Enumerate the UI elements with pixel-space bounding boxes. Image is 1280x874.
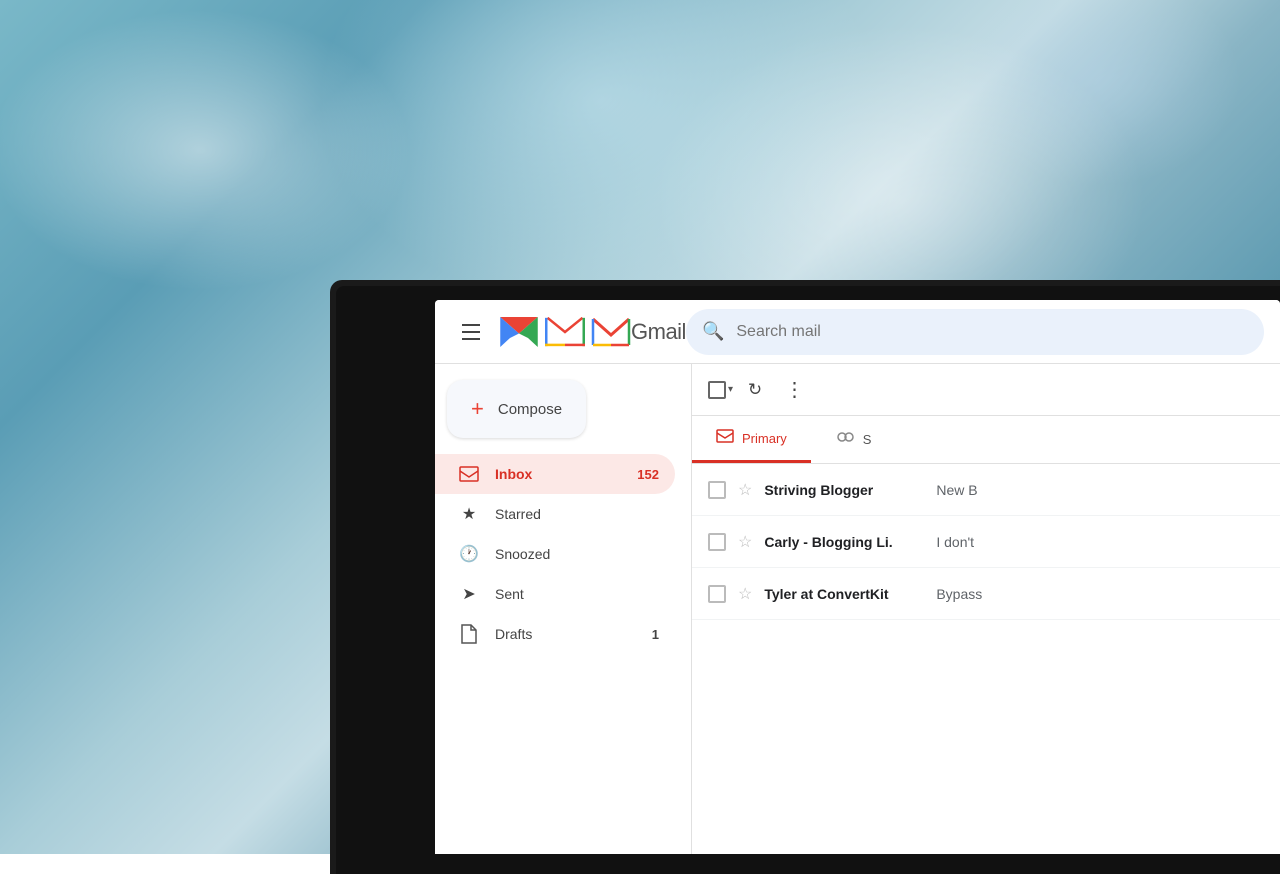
drafts-badge: 1 (652, 627, 659, 642)
more-icon: ⋮ (785, 377, 806, 402)
sidebar-item-snoozed[interactable]: 🕐 Snoozed (435, 534, 675, 574)
primary-tab-icon (716, 429, 734, 447)
star-icon-2[interactable]: ☆ (738, 532, 752, 552)
drafts-label: Drafts (495, 626, 532, 642)
menu-line-2 (462, 331, 480, 333)
toolbar: ▾ ↻ ⋮ (692, 364, 1280, 416)
email-panel: ▾ ↻ ⋮ Primary (691, 364, 1280, 854)
snippet-3: Bypass (936, 586, 1264, 602)
select-all-checkbox[interactable] (708, 381, 726, 399)
search-input[interactable] (736, 323, 1248, 341)
compose-plus-icon: + (471, 396, 484, 422)
refresh-icon: ↻ (748, 380, 762, 400)
email-row[interactable]: ☆ Striving Blogger New B (692, 464, 1280, 516)
compose-button[interactable]: + Compose (447, 380, 586, 438)
gmail-logo: Gmail (499, 317, 686, 347)
draft-icon (459, 624, 479, 644)
snippet-2: I don't (936, 534, 1264, 550)
refresh-button[interactable]: ↻ (737, 372, 773, 408)
gmail-m-icon (499, 317, 539, 347)
sender-1: Striving Blogger (764, 482, 924, 498)
inbox-badge: 152 (637, 467, 659, 482)
sidebar-item-sent[interactable]: ➤ Sent (435, 574, 675, 614)
primary-tab-label: Primary (742, 431, 787, 446)
email-checkbox-2[interactable] (708, 533, 726, 551)
send-icon: ➤ (459, 584, 479, 604)
star-icon-3[interactable]: ☆ (738, 584, 752, 604)
inbox-icon (459, 464, 479, 484)
select-all-wrap[interactable]: ▾ (708, 381, 733, 399)
star-icon-1[interactable]: ☆ (738, 480, 752, 500)
more-button[interactable]: ⋮ (777, 372, 813, 408)
gmail-icon (591, 317, 631, 347)
menu-line-1 (462, 324, 480, 326)
email-tabs: Primary S (692, 416, 1280, 464)
select-chevron-icon[interactable]: ▾ (728, 384, 733, 395)
social-tab-label: S (863, 432, 872, 447)
search-icon: 🔍 (702, 321, 724, 342)
email-checkbox-1[interactable] (708, 481, 726, 499)
email-row[interactable]: ☆ Tyler at ConvertKit Bypass (692, 568, 1280, 620)
email-list: ☆ Striving Blogger New B ☆ Carly - Blogg… (692, 464, 1280, 854)
sidebar-item-inbox[interactable]: Inbox 152 (435, 454, 675, 494)
social-tab-icon (835, 431, 855, 449)
menu-line-3 (462, 338, 480, 340)
sidebar: + Compose Inbox 152 ★ Starred 🕐 Snoozed (435, 364, 691, 854)
snoozed-label: Snoozed (495, 546, 550, 562)
snippet-1: New B (936, 482, 1264, 498)
inbox-label: Inbox (495, 466, 532, 482)
gmail-m-logo (545, 317, 585, 347)
gmail-header: Gmail 🔍 (435, 300, 1280, 364)
tab-primary[interactable]: Primary (692, 416, 811, 463)
compose-label: Compose (498, 401, 562, 418)
star-icon: ★ (459, 504, 479, 524)
email-row[interactable]: ☆ Carly - Blogging Li. I don't (692, 516, 1280, 568)
sent-label: Sent (495, 586, 524, 602)
starred-label: Starred (495, 506, 541, 522)
sender-2: Carly - Blogging Li. (764, 534, 924, 550)
gmail-wordmark: Gmail (631, 319, 686, 345)
gmail-body: + Compose Inbox 152 ★ Starred 🕐 Snoozed (435, 364, 1280, 854)
search-bar[interactable]: 🔍 (686, 309, 1264, 355)
email-checkbox-3[interactable] (708, 585, 726, 603)
clock-icon: 🕐 (459, 544, 479, 564)
sidebar-item-drafts[interactable]: Drafts 1 (435, 614, 675, 654)
sidebar-item-starred[interactable]: ★ Starred (435, 494, 675, 534)
tab-social[interactable]: S (811, 416, 896, 463)
sender-3: Tyler at ConvertKit (764, 586, 924, 602)
gmail-screen: Gmail 🔍 + Compose Inbox 152 ★ (435, 300, 1280, 854)
menu-button[interactable] (451, 312, 491, 352)
